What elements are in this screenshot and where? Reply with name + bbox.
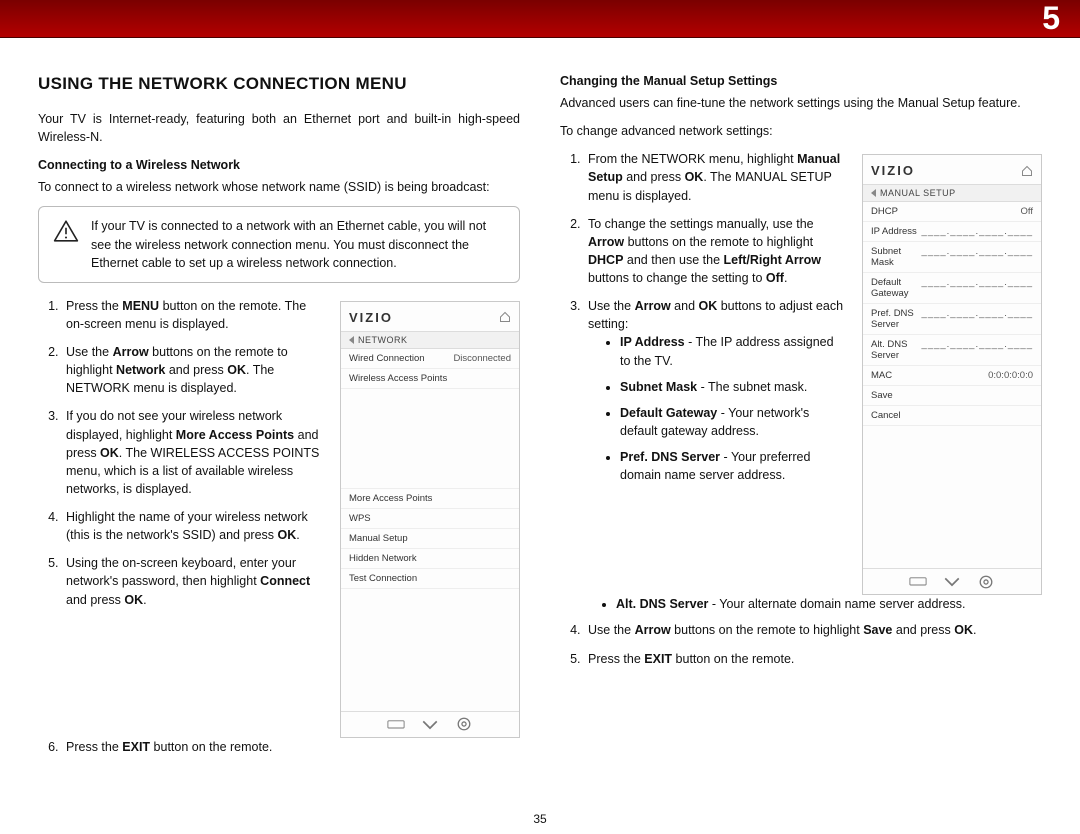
bullet-ip: IP Address - The IP address assigned to … — [620, 333, 844, 369]
chevron-down-icon — [421, 718, 439, 730]
manual-intro-2: To change advanced network settings: — [560, 122, 1042, 140]
bullet-alt-dns: Alt. DNS Server - Your alternate domain … — [616, 595, 1042, 613]
wide-icon — [387, 718, 405, 730]
subheading-connecting: Connecting to a Wireless Network — [38, 158, 520, 172]
menu-row-wired: Wired ConnectionDisconnected — [341, 349, 519, 369]
manual-step-2: To change the settings manually, use the… — [584, 215, 844, 288]
manual-steps: From the NETWORK menu, highlight Manual … — [560, 150, 844, 484]
chevron-down-icon — [943, 576, 961, 588]
row-pref-dns: Pref. DNS Server____.____.____.____ — [863, 304, 1041, 335]
warning-icon — [53, 219, 79, 243]
menu-row-wap: Wireless Access Points — [341, 369, 519, 389]
row-save: Save — [863, 386, 1041, 406]
manual-step-4: Use the Arrow buttons on the remote to h… — [584, 621, 1042, 639]
ethernet-note-text: If your TV is connected to a network wit… — [91, 217, 505, 271]
connect-steps-cont: Press the EXIT button on the remote. — [38, 738, 520, 756]
row-subnet: Subnet Mask____.____.____.____ — [863, 242, 1041, 273]
menu-row-more: More Access Points — [341, 489, 519, 509]
osd-footer — [341, 711, 519, 737]
connecting-intro: To connect to a wireless network whose n… — [38, 178, 520, 196]
row-dhcp: DHCPOff — [863, 202, 1041, 222]
manual-step-1: From the NETWORK menu, highlight Manual … — [584, 150, 844, 204]
connect-step-2: Use the Arrow buttons on the remote to h… — [62, 343, 326, 397]
menu-row-wps: WPS — [341, 509, 519, 529]
connect-step-3: If you do not see your wireless network … — [62, 407, 326, 498]
manual-step-5: Press the EXIT button on the remote. — [584, 650, 1042, 668]
connect-step-4: Highlight the name of your wireless netw… — [62, 508, 326, 544]
ethernet-note-box: If your TV is connected to a network wit… — [38, 206, 520, 282]
connect-step-1: Press the MENU button on the remote. The… — [62, 297, 326, 333]
gear-icon — [977, 576, 995, 588]
section-heading: USING THE NETWORK CONNECTION MENU — [38, 74, 520, 94]
network-menu-figure: VIZIO NETWORK Wired ConnectionDisconnect… — [340, 301, 520, 738]
row-gateway: Default Gateway____.____.____.____ — [863, 273, 1041, 304]
menu-row-test: Test Connection — [341, 569, 519, 589]
manual-setup-menu-figure: VIZIO MANUAL SETUP DHCPOff IP Address___… — [862, 154, 1042, 595]
manual-steps-cont: Use the Arrow buttons on the remote to h… — [560, 621, 1042, 667]
settings-bullets-cont: Alt. DNS Server - Your alternate domain … — [560, 595, 1042, 613]
back-icon — [871, 189, 876, 197]
vizio-logo: VIZIO — [349, 310, 393, 325]
breadcrumb: MANUAL SETUP — [863, 184, 1041, 202]
menu-row-manual: Manual Setup — [341, 529, 519, 549]
home-icon — [1021, 165, 1033, 177]
bullet-gateway: Default Gateway - Your network's default… — [620, 404, 844, 440]
chapter-banner: 5 — [0, 0, 1080, 38]
page-body: USING THE NETWORK CONNECTION MENU Your T… — [0, 38, 1080, 766]
subheading-manual-setup: Changing the Manual Setup Settings — [560, 74, 1042, 88]
row-cancel: Cancel — [863, 406, 1041, 426]
row-mac: MAC0:0:0:0:0:0 — [863, 366, 1041, 386]
bullet-pref-dns: Pref. DNS Server - Your preferred domain… — [620, 448, 844, 484]
gear-icon — [455, 718, 473, 730]
breadcrumb: NETWORK — [341, 331, 519, 349]
page-number: 35 — [0, 812, 1080, 826]
row-ip: IP Address____.____.____.____ — [863, 222, 1041, 242]
connect-steps: Press the MENU button on the remote. The… — [38, 297, 326, 609]
connect-step-5: Using the on-screen keyboard, enter your… — [62, 554, 326, 608]
bullet-subnet: Subnet Mask - The subnet mask. — [620, 378, 844, 396]
section-intro: Your TV is Internet-ready, featuring bot… — [38, 110, 520, 146]
home-icon — [499, 311, 511, 323]
connect-step-6: Press the EXIT button on the remote. — [62, 738, 520, 756]
manual-intro-1: Advanced users can fine-tune the network… — [560, 94, 1042, 112]
manual-step-3: Use the Arrow and OK buttons to adjust e… — [584, 297, 844, 484]
back-icon — [349, 336, 354, 344]
chapter-number: 5 — [1042, 0, 1060, 37]
settings-bullets: IP Address - The IP address assigned to … — [588, 333, 844, 484]
right-column: Changing the Manual Setup Settings Advan… — [560, 74, 1042, 766]
left-column: USING THE NETWORK CONNECTION MENU Your T… — [38, 74, 520, 766]
osd-footer — [863, 568, 1041, 594]
menu-row-hidden: Hidden Network — [341, 549, 519, 569]
row-alt-dns: Alt. DNS Server____.____.____.____ — [863, 335, 1041, 366]
vizio-logo: VIZIO — [871, 163, 915, 178]
wide-icon — [909, 576, 927, 588]
